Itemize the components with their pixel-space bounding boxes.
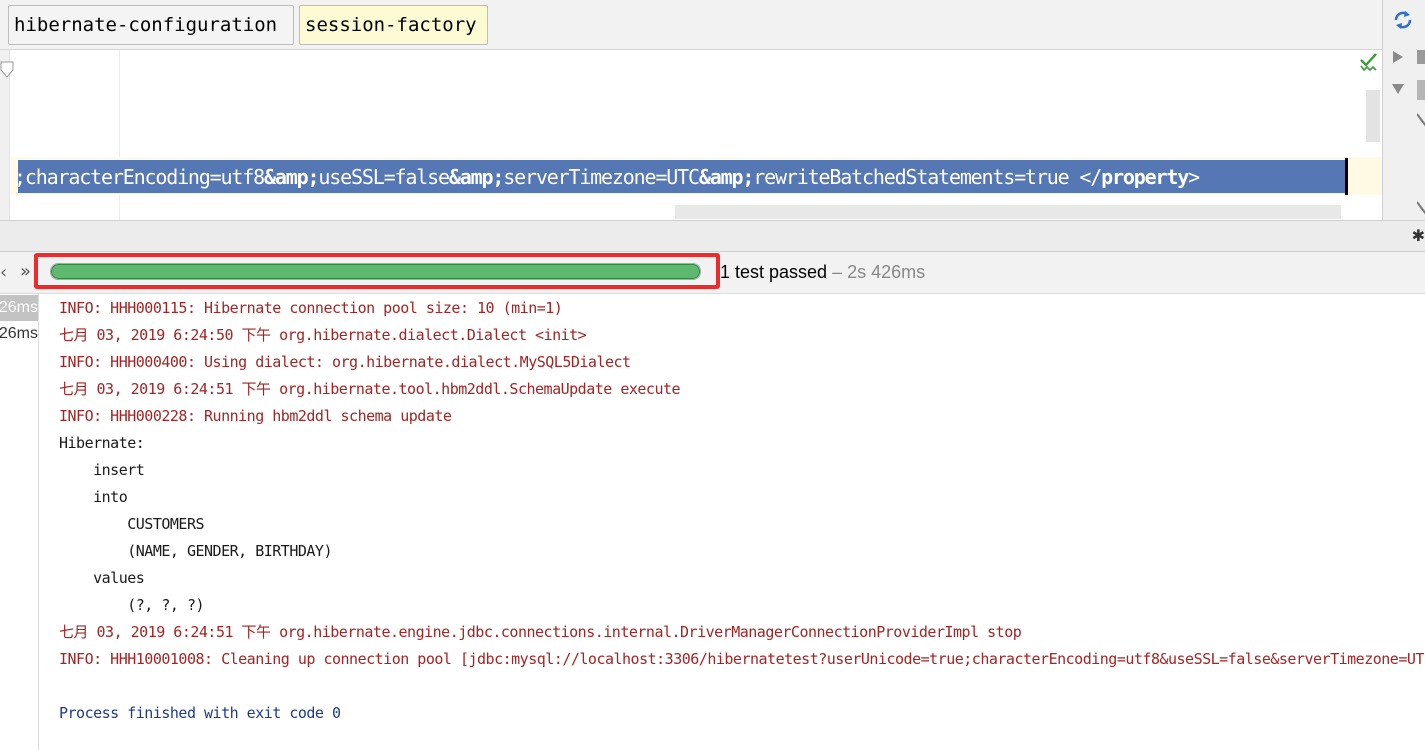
code-segment: useSSL=false [318, 165, 450, 189]
code-line[interactable]: ;characterEncoding=utf8&amp;useSSL=false… [14, 162, 1200, 192]
down-arrow-icon [1417, 201, 1425, 215]
test-duration: 2s 426ms [847, 262, 926, 282]
panel-edge-icon [1417, 50, 1425, 64]
test-result-separator: – [827, 262, 848, 282]
test-result-label: 1 test passed [720, 262, 828, 282]
code-segment: > [1188, 165, 1200, 189]
code-editor[interactable]: ;characterEncoding=utf8&amp;useSSL=false… [0, 50, 1382, 220]
console-line: 七月 03, 2019 6:24:50 下午 org.hibernate.dia… [59, 326, 587, 344]
console-line: insert [59, 461, 153, 479]
test-result-summary: 1 test passed – 2s 426ms [720, 260, 925, 284]
code-segment: ;characterEncoding=utf8 [14, 165, 265, 189]
code-segment: rewriteBatchedStatements=true </ [753, 165, 1102, 189]
code-segment: serverTimezone=UTC [503, 165, 700, 189]
gear-icon[interactable]: ✱ [1412, 226, 1425, 245]
panel-edge-icon [1417, 80, 1425, 100]
right-tool-strip [1382, 0, 1425, 232]
test-progress-bar [50, 263, 701, 280]
console-line: Hibernate: [59, 434, 153, 452]
console-output[interactable]: INFO: HHH000115: Hibernate connection po… [40, 294, 1425, 750]
console-line: into [59, 488, 128, 506]
down-arrow-icon [1417, 113, 1425, 127]
console-line: 七月 03, 2019 6:24:51 下午 org.hibernate.eng… [59, 623, 1022, 641]
console-line: 七月 03, 2019 6:24:51 下午 org.hibernate.too… [59, 380, 681, 398]
code-entity: &amp; [264, 165, 320, 189]
console-line: values [59, 569, 145, 587]
down-triangle-icon[interactable] [1391, 82, 1405, 96]
rerun-icon[interactable] [1391, 8, 1415, 32]
double-chevron-icon[interactable]: » [20, 261, 31, 282]
breadcrumb: hibernate-configuration session-factory [0, 0, 1382, 50]
panel-separator[interactable]: ✱ [0, 220, 1425, 252]
console-line: INFO: HHH10001008: Cleaning up connectio… [59, 650, 1425, 668]
chevron-left-icon[interactable]: ‹ [0, 262, 7, 283]
play-icon[interactable] [1391, 50, 1405, 64]
test-status-bar: ‹ » 1 test passed – 2s 426ms [0, 252, 1425, 294]
code-entity: &amp; [698, 165, 755, 189]
code-entity: &amp; [448, 165, 505, 189]
check-icon[interactable] [1359, 52, 1379, 72]
vertical-scrollbar[interactable] [1366, 90, 1380, 142]
console-line: Process finished with exit code 0 [59, 704, 341, 722]
code-tag-name: property [1101, 165, 1189, 189]
console-line: INFO: HHH000228: Running hbm2ddl schema … [59, 407, 452, 425]
test-progress-fill [51, 264, 700, 279]
test-tree-item-time[interactable]: 2s 426ms [0, 321, 38, 347]
fold-marker-icon[interactable] [0, 60, 16, 80]
console-line: (?, ?, ?) [59, 596, 205, 614]
test-tree: 2s 426ms 2s 426ms [0, 294, 39, 750]
console-line: INFO: HHH000115: Hibernate connection po… [59, 299, 563, 317]
console-line: INFO: HHH000400: Using dialect: org.hibe… [59, 353, 631, 371]
breadcrumb-item-hibernate-configuration[interactable]: hibernate-configuration [8, 5, 294, 45]
console-line: (NAME, GENDER, BIRTHDAY) [59, 542, 341, 560]
text-caret [1345, 158, 1348, 195]
console-line: CUSTOMERS [59, 515, 205, 533]
breadcrumb-item-session-factory[interactable]: session-factory [299, 5, 488, 45]
horizontal-scrollbar[interactable] [675, 205, 1341, 219]
test-tree-item-time[interactable]: 2s 426ms [0, 295, 38, 321]
